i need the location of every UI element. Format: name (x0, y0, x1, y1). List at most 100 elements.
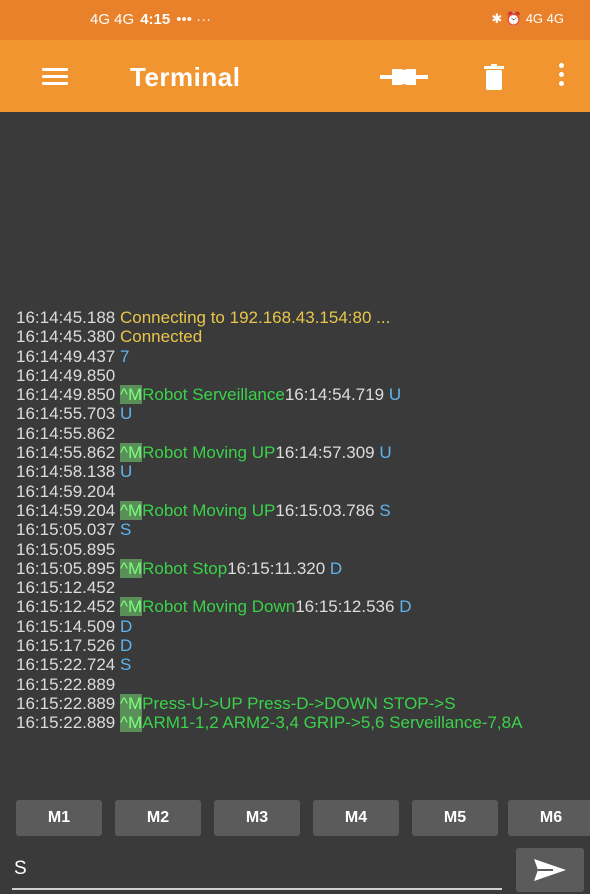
log-timestamp: 16:14:49.850 (16, 365, 116, 385)
log-timestamp: 16:15:12.452 (16, 578, 116, 598)
macro-button-m3[interactable]: M3 (214, 800, 300, 836)
log-text: ARM1-1,2 ARM2-3,4 GRIP->5,6 Serveillance… (142, 713, 523, 733)
log-text: U (388, 385, 402, 405)
log-text: Robot Serveillance (142, 385, 285, 405)
log-timestamp: 16:14:45.380 (16, 327, 120, 347)
terminal-line: 16:15:22.889 ^MARM1-1,2 ARM2-3,4 GRIP->5… (16, 713, 586, 733)
log-text: Connecting to 192.168.43.154:80 ... (119, 308, 391, 327)
log-timestamp: 16:15:22.724 (16, 655, 120, 675)
log-timestamp: 16:14:49.850 (16, 385, 120, 405)
terminal-line: 16:15:17.526 D (16, 636, 586, 655)
terminal-line: 16:14:58.138 U (16, 462, 586, 481)
input-row (0, 844, 590, 894)
terminal-line: 16:14:49.437 7 (16, 347, 586, 366)
terminal-log: 16:14:45.188 Connecting to 192.168.43.15… (16, 308, 586, 733)
terminal-line: 16:15:22.724 S (16, 655, 586, 674)
control-char: ^M (119, 597, 143, 617)
send-button[interactable] (516, 848, 584, 892)
control-char: ^M (119, 500, 143, 520)
log-timestamp: 16:14:58.138 (16, 462, 120, 482)
log-timestamp: 16:15:17.526 (16, 636, 120, 656)
control-char: ^M (119, 385, 143, 405)
status-right: ✱ ⏰ 4G 4G (491, 11, 564, 26)
log-text: Connected (119, 327, 203, 347)
log-timestamp: 16:14:49.437 (16, 346, 120, 366)
log-timestamp: 16:14:59.204 (16, 500, 120, 520)
status-time: 4:15 (140, 11, 171, 28)
log-text: Press-U->UP Press-D->DOWN STOP->S (142, 693, 456, 713)
log-timestamp: 16:15:05.037 (16, 520, 120, 540)
terminal-line: 16:15:22.889 (16, 675, 586, 694)
macro-bar: M1 M2 M3 M4 M5 M6 (0, 792, 590, 844)
terminal-line: 16:14:49.850 ^MRobot Serveillance16:14:5… (16, 385, 586, 405)
terminal-line: 16:15:12.452 (16, 578, 586, 597)
log-text: Robot Stop (142, 558, 228, 578)
connect-icon[interactable] (380, 65, 428, 89)
macro-button-m6[interactable]: M6 (508, 800, 590, 836)
log-timestamp: 16:14:55.862 (16, 423, 116, 443)
terminal-line: 16:15:22.889 ^MPress-U->UP Press-D->DOWN… (16, 693, 586, 713)
log-text: D (399, 597, 412, 617)
log-timestamp: 16:14:55.703 (16, 404, 120, 424)
log-text: U (119, 404, 133, 424)
log-timestamp: 16:15:14.509 (16, 616, 120, 636)
macro-button-m4[interactable]: M4 (313, 800, 399, 836)
send-text-input[interactable] (12, 850, 502, 890)
log-text: Robot Moving UP (142, 443, 276, 463)
log-text: Robot Moving Down (142, 597, 296, 617)
terminal-line: 16:14:59.204 ^MRobot Moving UP16:15:03.7… (16, 500, 586, 520)
status-left: 4G 4G 4:15 ••• ··· (90, 11, 211, 28)
macro-button-m2[interactable]: M2 (115, 800, 201, 836)
log-text: 7 (119, 346, 130, 366)
log-timestamp: 16:14:55.862 (16, 443, 120, 463)
send-icon (534, 859, 566, 881)
terminal-line: 16:14:55.862 ^MRobot Moving UP16:14:57.3… (16, 443, 586, 463)
log-text: D (329, 558, 343, 578)
terminal-line: 16:15:14.509 D (16, 617, 586, 636)
control-char: ^M (119, 443, 143, 463)
log-timestamp: 16:15:22.889 (16, 713, 120, 733)
control-char: ^M (119, 558, 143, 578)
log-text: Robot Moving UP (142, 500, 276, 520)
log-timestamp: 16:14:45.188 (16, 308, 120, 327)
terminal-line: 16:14:49.850 (16, 366, 586, 385)
control-char: ^M (119, 693, 143, 713)
log-timestamp: 16:15:12.536 (295, 597, 400, 617)
log-text: S (119, 655, 132, 675)
terminal-line: 16:14:55.703 U (16, 404, 586, 423)
macro-button-m5[interactable]: M5 (412, 800, 498, 836)
log-timestamp: 16:15:22.889 (16, 693, 120, 713)
log-timestamp: 16:14:59.204 (16, 481, 116, 501)
log-timestamp: 16:14:57.309 (275, 443, 380, 463)
log-timestamp: 16:15:03.786 (275, 500, 380, 520)
terminal-line: 16:15:05.895 (16, 540, 586, 559)
terminal-line: 16:15:05.895 ^MRobot Stop16:15:11.320 D (16, 558, 586, 578)
trash-icon[interactable] (483, 64, 505, 90)
log-timestamp: 16:15:22.889 (16, 674, 116, 694)
log-text: D (119, 636, 133, 656)
app-bar: Terminal (0, 40, 590, 112)
log-text: S (379, 500, 391, 520)
log-timestamp: 16:15:05.895 (16, 558, 120, 578)
log-timestamp: 16:15:05.895 (16, 539, 116, 559)
menu-icon[interactable] (42, 68, 68, 85)
log-timestamp: 16:15:12.452 (16, 597, 120, 617)
page-title: Terminal (130, 62, 241, 92)
log-text: U (379, 443, 392, 463)
terminal-line: 16:14:59.204 (16, 482, 586, 501)
signal-indicator: 4G 4G (90, 11, 135, 28)
terminal-line: 16:15:05.037 S (16, 520, 586, 539)
log-timestamp: 16:15:11.320 (227, 558, 330, 578)
notification-indicators: ••• ··· (176, 11, 212, 28)
terminal-output[interactable]: 16:14:45.188 Connecting to 192.168.43.15… (0, 112, 590, 792)
log-text: U (119, 462, 133, 482)
macro-button-m1[interactable]: M1 (16, 800, 102, 836)
terminal-line: 16:14:45.380 Connected (16, 327, 586, 346)
terminal-line: 16:14:55.862 (16, 424, 586, 443)
status-bar: 4G 4G 4:15 ••• ··· ✱ ⏰ 4G 4G (0, 0, 590, 40)
log-timestamp: 16:14:54.719 (284, 385, 389, 405)
log-text: S (119, 520, 132, 540)
control-char: ^M (119, 713, 143, 733)
log-text: D (119, 616, 133, 636)
more-icon[interactable] (556, 63, 566, 91)
